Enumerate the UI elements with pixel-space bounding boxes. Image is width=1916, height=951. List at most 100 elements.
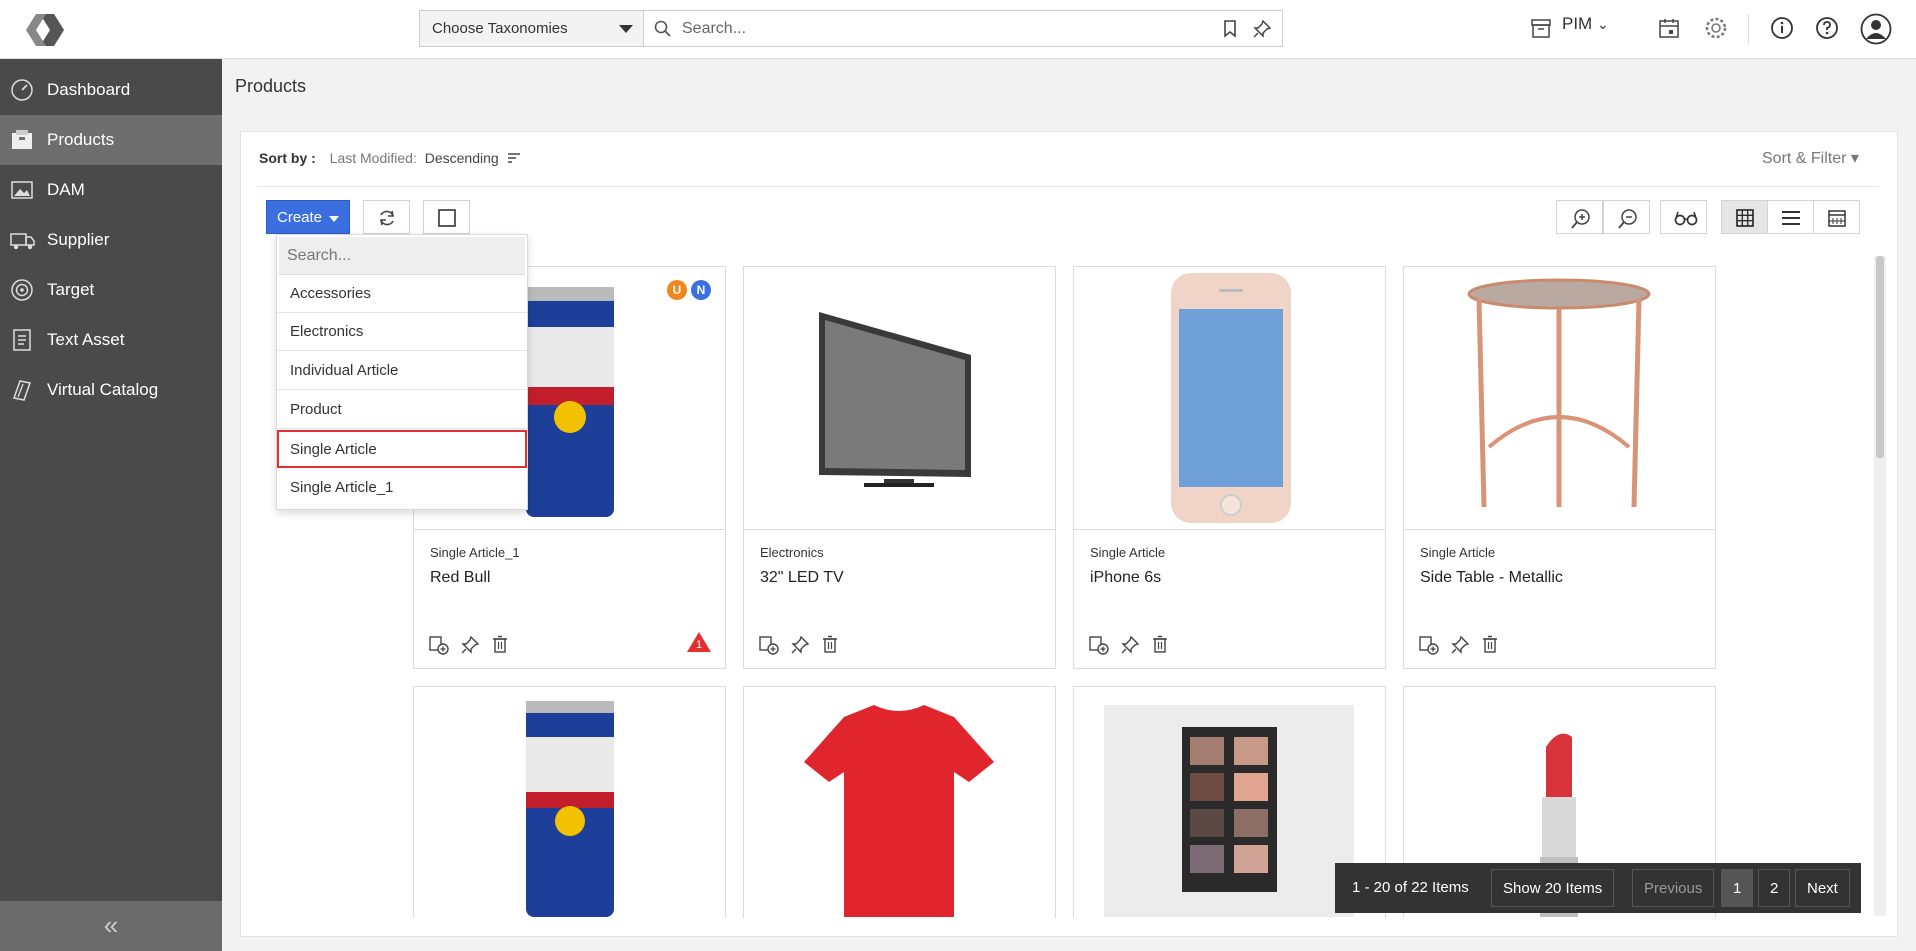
sidebar-item-text-asset[interactable]: Text Asset <box>0 315 222 365</box>
box-icon <box>12 130 32 149</box>
card-actions <box>758 635 845 660</box>
page-2-button[interactable]: 2 <box>1758 869 1791 907</box>
sidebar-item-supplier[interactable]: Supplier <box>0 215 222 265</box>
sort-descending-icon[interactable] <box>507 152 521 164</box>
card-actions <box>1088 635 1175 660</box>
info-icon[interactable] <box>1770 16 1794 40</box>
help-icon[interactable] <box>1815 16 1839 40</box>
taxonomy-select[interactable]: Choose Taxonomies <box>419 10 644 47</box>
sort-order[interactable]: Descending <box>425 150 499 166</box>
menu-item-product[interactable]: Product <box>277 391 527 429</box>
pin-icon[interactable] <box>790 635 810 655</box>
product-category: Single Article_1 <box>430 545 520 560</box>
product-name[interactable]: iPhone 6s <box>1090 569 1161 587</box>
calendar-view-button[interactable] <box>1813 200 1860 234</box>
sidebar-item-products[interactable]: Products <box>0 115 222 165</box>
zoom-out-button[interactable] <box>1603 200 1650 234</box>
archive-icon[interactable] <box>1530 17 1552 39</box>
sidebar-item-dam[interactable]: DAM <box>0 165 222 215</box>
copy-add-icon[interactable] <box>1088 635 1110 655</box>
product-image <box>1404 267 1715 530</box>
menu-item-electronics[interactable]: Electronics <box>277 313 527 351</box>
sidebar-item-dashboard[interactable]: Dashboard <box>0 65 222 115</box>
sidebar-item-target[interactable]: Target <box>0 265 222 315</box>
create-menu-search-input[interactable]: Search... <box>279 237 525 275</box>
trash-icon[interactable] <box>491 635 509 655</box>
create-label: Create <box>277 209 323 226</box>
product-card[interactable]: Single Article iPhone 6s <box>1073 266 1386 669</box>
divider <box>257 186 1879 187</box>
sidebar-item-label: Target <box>47 280 95 299</box>
document-icon <box>13 329 31 351</box>
gauge-icon <box>11 79 33 101</box>
app-logo-icon[interactable] <box>20 10 68 50</box>
grid-view-button[interactable] <box>1721 200 1768 234</box>
copy-add-icon[interactable] <box>1418 635 1440 655</box>
create-dropdown-menu: Search... Accessories Electronics Indivi… <box>276 234 528 510</box>
list-view-button[interactable] <box>1767 200 1814 234</box>
bookmark-icon[interactable] <box>1222 20 1238 38</box>
page-title: Products <box>235 76 307 96</box>
create-button[interactable]: Create <box>266 200 350 234</box>
scrollbar[interactable] <box>1874 256 1886 916</box>
sort-field[interactable]: Last Modified: <box>330 150 417 166</box>
copy-add-icon[interactable] <box>428 635 450 655</box>
catalog-icon <box>13 380 31 401</box>
zoom-in-button[interactable] <box>1556 200 1603 234</box>
menu-item-single-article[interactable]: Single Article <box>277 430 527 468</box>
product-card[interactable] <box>743 686 1056 918</box>
product-image <box>744 267 1055 530</box>
module-switcher[interactable]: PIM ⌄ <box>1562 14 1609 34</box>
product-image <box>526 701 614 917</box>
user-avatar-icon[interactable] <box>1860 13 1892 45</box>
product-category: Single Article <box>1420 545 1496 560</box>
status-badge-u: U <box>667 280 687 300</box>
sidebar-item-label: Virtual Catalog <box>47 380 159 399</box>
chevron-down-icon <box>619 25 633 33</box>
sort-row: Sort by : Last Modified: Descending <box>259 150 521 166</box>
trash-icon[interactable] <box>1151 635 1169 655</box>
zoom-out-icon <box>1618 209 1637 229</box>
product-card[interactable]: Single Article Side Table - Metallic <box>1403 266 1716 669</box>
top-bar: Choose Taxonomies Search... PIM ⌄ <box>0 0 1916 59</box>
trash-icon[interactable] <box>821 635 839 655</box>
calendar-icon[interactable] <box>1658 17 1680 39</box>
next-page-button[interactable]: Next <box>1795 869 1850 907</box>
search-input[interactable]: Search... <box>682 20 746 38</box>
pagination-bar: 1 - 20 of 22 Items Show 20 Items Previou… <box>1335 863 1861 913</box>
copy-add-icon[interactable] <box>758 635 780 655</box>
pin-icon[interactable] <box>460 635 480 655</box>
menu-item-accessories[interactable]: Accessories <box>277 275 527 313</box>
sidebar: Dashboard Products DAM Supplier Target T… <box>0 59 222 951</box>
select-all-checkbox[interactable] <box>423 200 470 234</box>
product-card[interactable] <box>413 686 726 918</box>
scrollbar-thumb[interactable] <box>1876 256 1884 458</box>
sort-filter-toggle[interactable]: Sort & Filter ▾ <box>1762 148 1859 168</box>
sidebar-item-label: Dashboard <box>47 80 131 99</box>
refresh-icon <box>380 210 394 226</box>
refresh-button[interactable] <box>363 200 410 234</box>
taxonomy-label: Choose Taxonomies <box>432 20 568 37</box>
previous-page-button[interactable]: Previous <box>1632 869 1715 907</box>
sidebar-item-label: DAM <box>47 180 85 199</box>
collapse-sidebar-button[interactable]: « <box>0 901 222 951</box>
product-card[interactable]: Electronics 32" LED TV <box>743 266 1056 669</box>
menu-item-individual-article[interactable]: Individual Article <box>277 352 527 390</box>
pin-icon[interactable] <box>1252 19 1272 39</box>
warning-badge[interactable]: 1 <box>686 631 712 653</box>
pin-icon[interactable] <box>1450 635 1470 655</box>
product-name[interactable]: Side Table - Metallic <box>1420 569 1563 587</box>
product-name[interactable]: Red Bull <box>430 569 490 587</box>
gear-icon[interactable] <box>1704 16 1728 40</box>
preview-button[interactable] <box>1660 200 1707 234</box>
search-icon <box>654 20 671 37</box>
menu-item-single-article-1[interactable]: Single Article_1 <box>277 469 527 507</box>
sidebar-item-virtual-catalog[interactable]: Virtual Catalog <box>0 365 222 415</box>
page-1-button[interactable]: 1 <box>1721 869 1754 907</box>
global-search[interactable]: Search... <box>644 10 1283 47</box>
pin-icon[interactable] <box>1120 635 1140 655</box>
caret-down-icon <box>329 216 339 222</box>
show-items-button[interactable]: Show 20 Items <box>1491 869 1615 907</box>
trash-icon[interactable] <box>1481 635 1499 655</box>
product-name[interactable]: 32" LED TV <box>760 569 844 587</box>
